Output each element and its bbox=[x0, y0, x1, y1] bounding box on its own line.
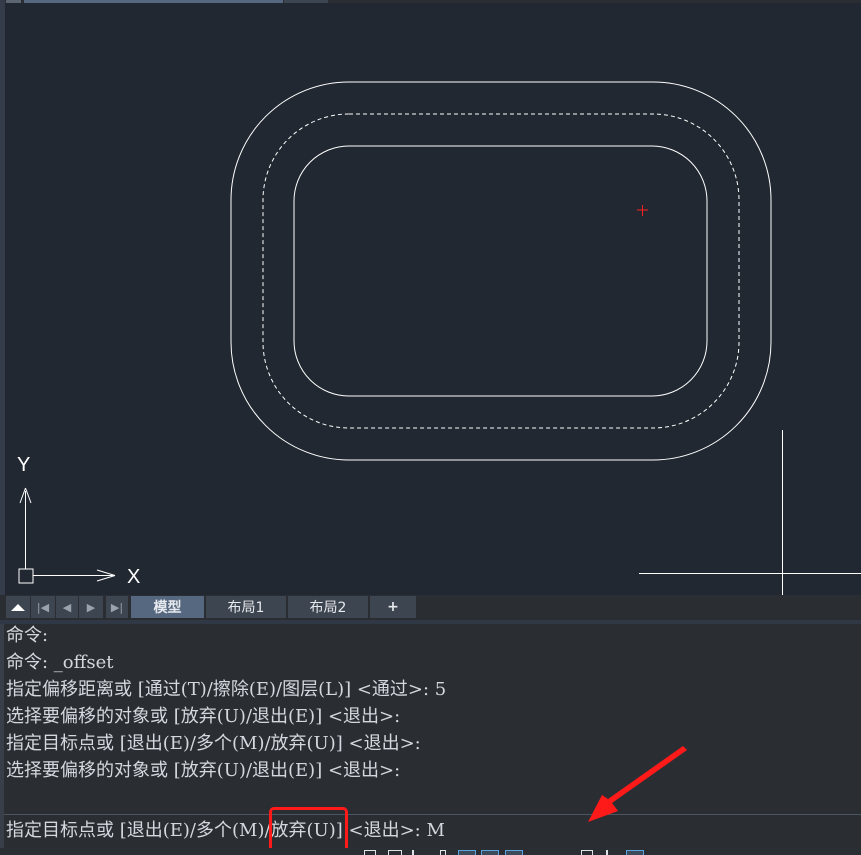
workspace-icon[interactable] bbox=[626, 850, 644, 855]
snap-icon[interactable] bbox=[388, 850, 402, 855]
annotation-arrow-icon bbox=[588, 746, 687, 822]
polar-icon[interactable] bbox=[440, 850, 446, 855]
osnap-icon[interactable] bbox=[458, 850, 476, 855]
lineweight-icon[interactable] bbox=[505, 850, 523, 855]
ortho-icon[interactable] bbox=[412, 850, 414, 855]
selection-icon[interactable] bbox=[581, 850, 593, 855]
otrack-icon[interactable] bbox=[481, 850, 499, 855]
annotation-icon[interactable] bbox=[606, 850, 608, 855]
status-bar bbox=[0, 848, 861, 855]
grid-icon[interactable] bbox=[364, 850, 376, 855]
